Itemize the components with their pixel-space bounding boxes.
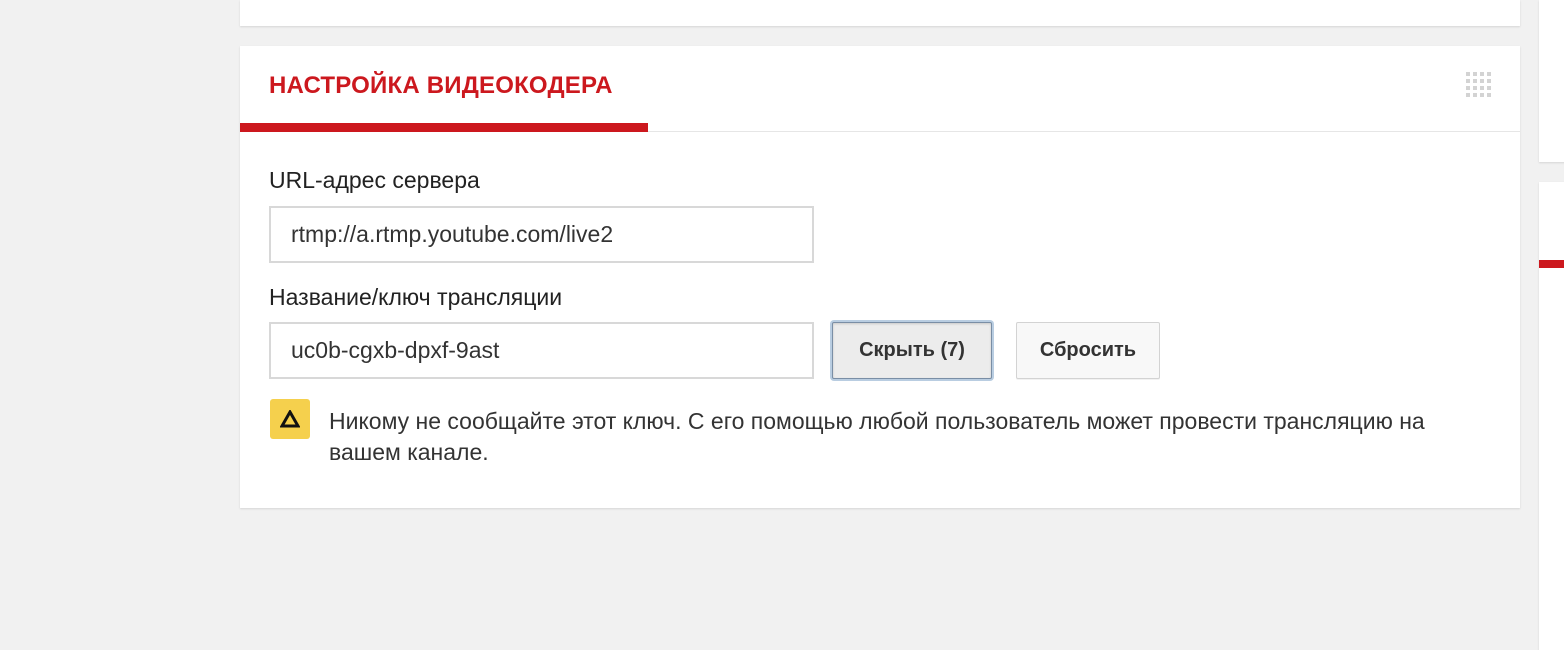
drag-handle-icon[interactable] (1466, 72, 1494, 100)
encoder-setup-card: НАСТРОЙКА ВИДЕОКОДЕРА URL-адрес сервера … (240, 46, 1520, 508)
card-header: НАСТРОЙКА ВИДЕОКОДЕРА (240, 46, 1520, 132)
stream-key-input[interactable] (269, 322, 814, 379)
server-url-label: URL-адрес сервера (269, 167, 480, 193)
title-active-underline (240, 123, 648, 132)
card-title: НАСТРОЙКА ВИДЕОКОДЕРА (269, 72, 613, 99)
server-url-input[interactable] (269, 206, 814, 263)
side-card (1539, 0, 1564, 162)
warning-triangle-icon (270, 399, 310, 439)
warning-message: Никому не сообщайте этот ключ. С его пом… (329, 408, 1425, 465)
side-card (1539, 182, 1564, 650)
previous-card (240, 0, 1520, 26)
side-card-underline (1539, 260, 1564, 268)
stream-key-label: Название/ключ трансляции (269, 284, 563, 310)
hide-key-button[interactable]: Скрыть (7) (832, 322, 992, 379)
live-dashboard-page: НАСТРОЙКА ВИДЕОКОДЕРА URL-адрес сервера … (0, 0, 1564, 650)
reset-key-button[interactable]: Сбросить (1016, 322, 1160, 379)
